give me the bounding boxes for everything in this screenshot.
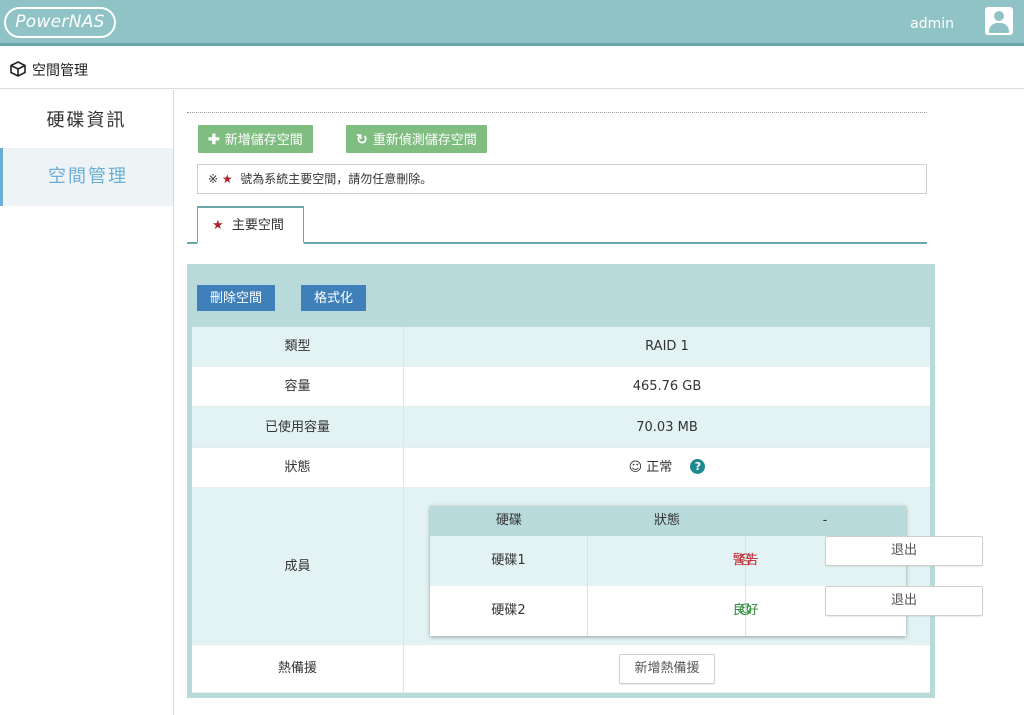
redetect-storage-button[interactable]: ↻ 重新偵測儲存空間 [346,125,487,153]
disk-name: 硬碟1 [430,536,588,586]
type-label: 類型 [192,327,404,366]
tab-label: 主要空間 [231,218,284,233]
disk-status-text: 警告 [732,553,759,568]
column-header-status: 狀態 [653,513,680,528]
refresh-icon: ↻ [356,131,368,147]
powernas-logo[interactable]: PowerNAS [4,7,116,38]
notice-box: ※ ★ 號為系統主要空間，請勿任意刪除。 [197,164,927,194]
format-button[interactable]: 格式化 [301,285,367,311]
add-storage-label: 新增儲存空間 [224,132,303,147]
disk-name: 硬碟2 [430,586,588,636]
members-table: 硬碟 狀態 - 硬碟1 ☹ 警告 退出 硬碟2 ☺ 良好 退出 [430,506,983,636]
help-icon[interactable]: ? [690,459,706,474]
sidebar-item-space-management[interactable]: 空間管理 [0,148,173,206]
sidebar: 硬碟資訊 空間管理 [0,90,174,715]
disk-status-good: ☺ 良好 [588,586,759,636]
hot-spare-label: 熱備援 [192,645,404,692]
star-icon: ★ [212,218,224,233]
star-icon: ★ [221,172,233,186]
redetect-storage-label: 重新偵測儲存空間 [372,132,477,147]
members-label: 成員 [192,488,404,644]
type-value: RAID 1 [645,339,689,354]
page-title: 空間管理 [32,63,88,79]
table-row: 硬碟2 ☺ 良好 退出 [430,586,983,636]
notice-prefix: ※ [208,172,219,186]
divider [187,112,927,113]
add-storage-button[interactable]: ✚ 新增儲存空間 [198,125,313,153]
table-row: 狀態 ☺ 正常 ? [192,448,930,488]
capacity-label: 容量 [192,367,404,406]
eject-disk-button[interactable]: 退出 [825,586,983,616]
status-value-cell: ☺ 正常 ? [404,448,930,487]
plus-icon: ✚ [208,131,220,147]
status-value: 正常 [646,460,673,475]
status-label: 狀態 [192,448,404,487]
table-row: 硬碟1 ☹ 警告 退出 [430,536,983,586]
used-capacity-label: 已使用容量 [192,407,404,447]
add-hot-spare-button[interactable]: 新增熱備援 [619,653,715,684]
column-header-action: - [822,513,828,528]
user-avatar-icon[interactable] [985,7,1013,35]
table-row: 熱備援 新增熱備援 [192,645,930,693]
table-row: 容量 465.76 GB [192,367,930,407]
notice-text: 號為系統主要空間，請勿任意刪除。 [240,172,433,186]
eject-disk-button[interactable]: 退出 [825,536,983,566]
disk-status-text: 良好 [732,603,759,618]
hot-spare-cell: 新增熱備援 [404,645,930,692]
capacity-value: 465.76 GB [632,379,702,394]
breadcrumb: 空間管理 [0,49,1024,89]
column-header-disk: 硬碟 [495,513,522,528]
members-table-header: 硬碟 狀態 - [430,506,906,536]
table-row: 類型 RAID 1 [192,327,930,367]
used-capacity-value: 70.03 MB [636,420,698,435]
sidebar-item-disk-info[interactable]: 硬碟資訊 [0,92,173,150]
top-bar: PowerNAS admin [0,0,1024,46]
cube-icon [10,61,26,77]
username[interactable]: admin [910,16,954,32]
smile-icon: ☺ [628,460,643,475]
tab-main-space[interactable]: ★ 主要空間 [197,206,304,244]
disk-status-warning: ☹ 警告 [588,536,759,586]
delete-space-button[interactable]: 刪除空間 [197,285,276,311]
table-row: 已使用容量 70.03 MB [192,407,930,448]
